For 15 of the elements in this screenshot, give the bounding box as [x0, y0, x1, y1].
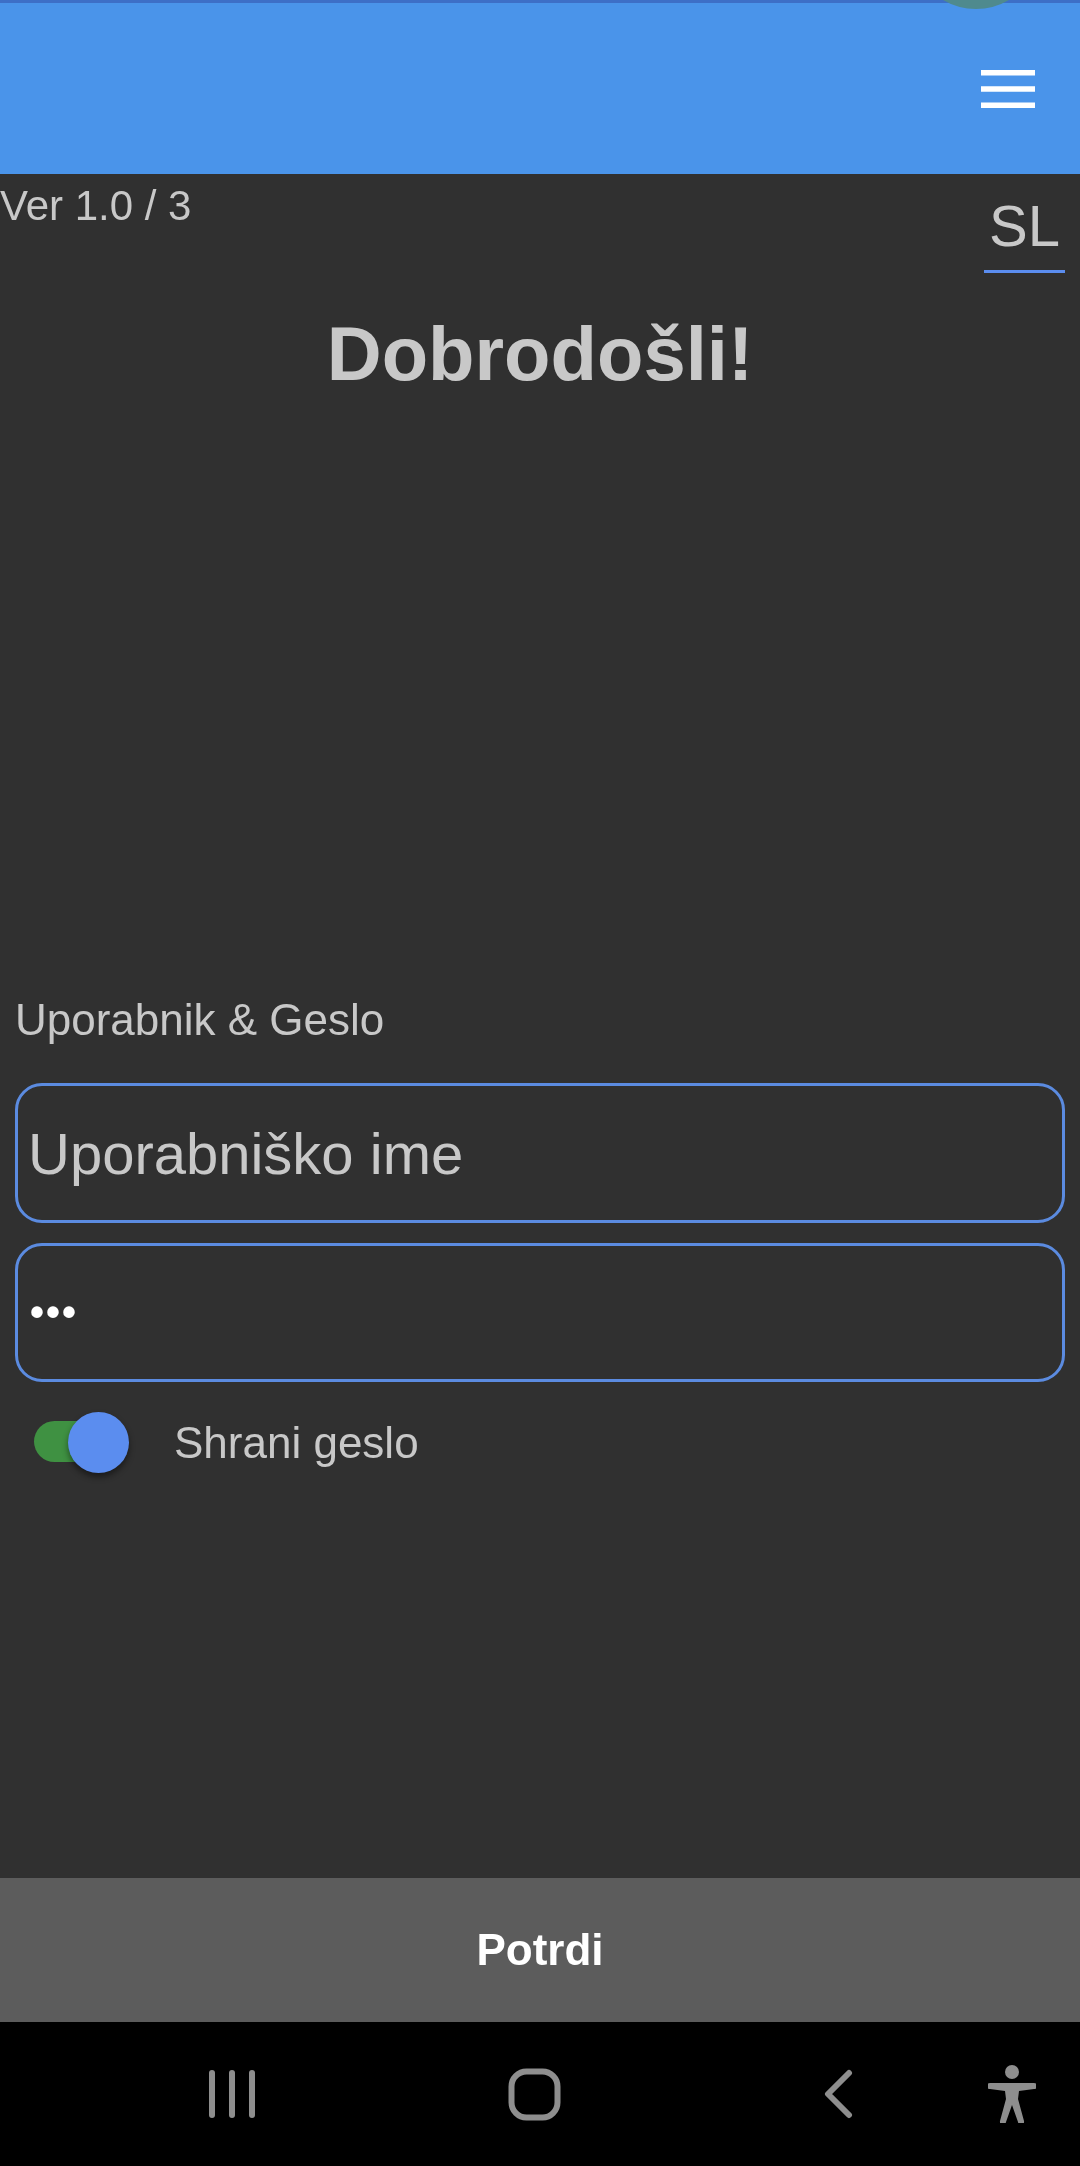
version-text: Ver 1.0 / 3: [0, 182, 192, 229]
accessibility-icon[interactable]: [988, 2065, 1036, 2123]
back-icon[interactable]: [823, 2069, 853, 2119]
language-select[interactable]: SL: [984, 193, 1065, 273]
menu-icon: [981, 69, 1035, 108]
confirm-button[interactable]: Potrdi: [0, 1878, 1080, 2022]
toggle-switch[interactable]: [34, 1412, 129, 1473]
remember-password-label: Shrani geslo: [174, 1418, 419, 1467]
menu-button[interactable]: [981, 69, 1035, 108]
welcome-title: Dobrodošli!: [325, 311, 755, 396]
password-field[interactable]: •••: [15, 1243, 1065, 1382]
username-field[interactable]: Uporabniško ime: [15, 1083, 1065, 1223]
form-label: Uporabnik & Geslo: [15, 995, 385, 1044]
recent-apps-icon[interactable]: [209, 2070, 255, 2118]
home-icon[interactable]: [508, 2067, 561, 2121]
